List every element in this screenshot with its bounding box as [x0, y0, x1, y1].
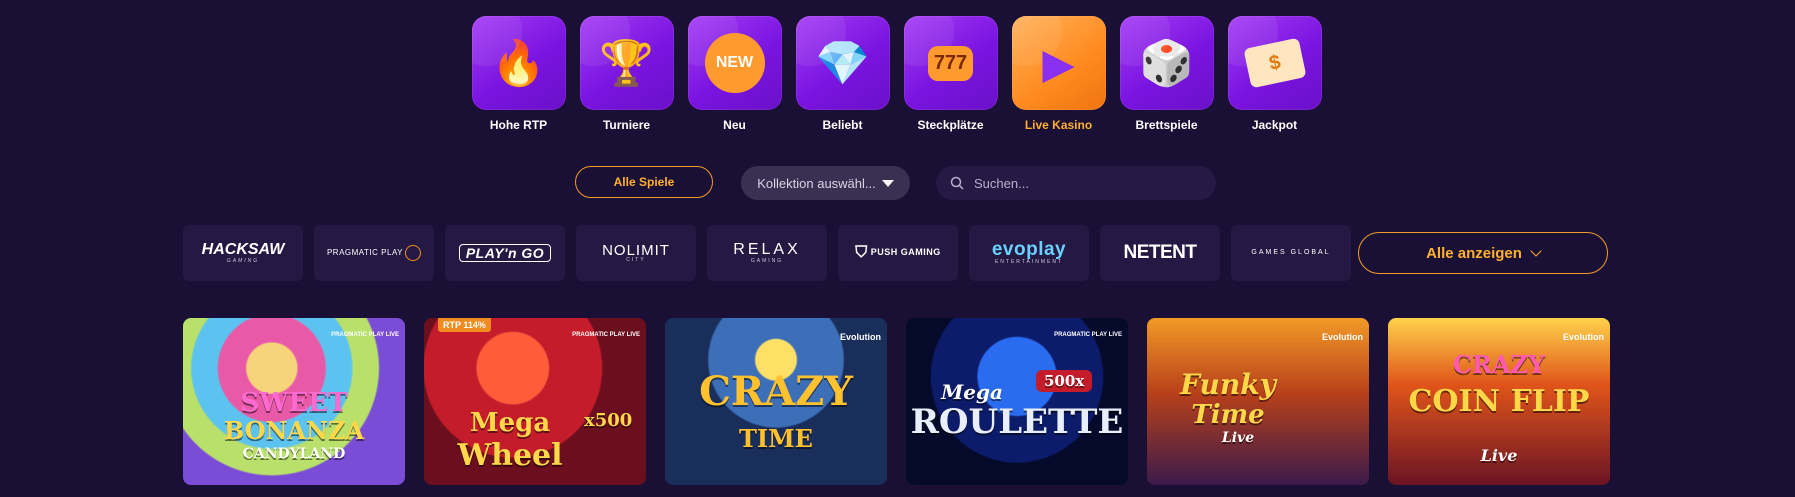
diamond-icon: 💎	[795, 16, 890, 110]
caret-down-icon	[881, 179, 894, 187]
game-card-crazy-time[interactable]: Evolution CRAZY TIME	[665, 318, 887, 485]
provider-name: HACKSAW	[201, 240, 285, 258]
provider-name: NOLIMIT	[602, 241, 670, 259]
provider-games-global[interactable]: GAMES GLOBAL	[1231, 225, 1351, 281]
category-beliebt[interactable]: 💎 Beliebt	[795, 16, 890, 132]
game-title-line1: CRAZY	[1452, 350, 1546, 379]
provider-relax-gaming[interactable]: RELAX GAMING	[707, 225, 827, 281]
flame-icon: 🔥	[471, 16, 566, 110]
game-title-line2: TIME	[739, 424, 813, 453]
game-title-line2: ROULETTE	[910, 402, 1124, 442]
push-logo-icon: ⛉	[855, 243, 868, 261]
provider-push-gaming[interactable]: ⛉ PUSH GAMING	[838, 225, 958, 281]
chevron-down-icon	[1530, 245, 1542, 257]
game-provider: PRAGMATIC PLAY LIVE	[572, 332, 640, 338]
collection-select[interactable]: Kollektion auswähl...	[741, 166, 910, 200]
game-provider: PRAGMATIC PLAY LIVE	[1054, 332, 1122, 338]
game-title-line1: SWEET	[240, 388, 348, 418]
search-icon	[950, 176, 964, 190]
pragmatic-logo-icon	[405, 245, 422, 261]
game-title-line1: CRAZY	[699, 368, 853, 415]
provider-name: NETENT	[1123, 242, 1198, 264]
game-card-crazy-coin-flip[interactable]: Evolution CRAZY COIN FLIP Live	[1388, 318, 1610, 485]
provider-pragmatic-play[interactable]: PRAGMATIC PLAY	[314, 225, 434, 281]
game-provider: Evolution	[840, 332, 881, 342]
game-grid: PRAGMATIC PLAY LIVE SWEET BONANZA CANDYL…	[183, 318, 1610, 485]
category-label: Steckplätze	[917, 118, 984, 132]
provider-nolimit-city[interactable]: NOLIMIT CITY	[576, 225, 696, 281]
game-title-line2: COIN FLIP	[1408, 384, 1590, 419]
category-label: Turniere	[602, 118, 651, 132]
game-title-line1: Mega	[941, 380, 1003, 404]
game-provider: PRAGMATIC PLAY LIVE	[331, 332, 399, 338]
category-jackpot[interactable]: $ Jackpot	[1227, 16, 1322, 132]
provider-hacksaw[interactable]: HACKSAW GAMING	[183, 225, 303, 281]
game-title-line3: Live	[1480, 446, 1518, 465]
game-title-line3: Live	[1221, 430, 1255, 446]
all-games-button[interactable]: Alle Spiele	[575, 166, 713, 198]
category-steckplaetze[interactable]: 777 Steckplätze	[903, 16, 998, 132]
game-title-line1: Funky	[1180, 368, 1276, 401]
slot-777-icon: 777	[903, 16, 998, 110]
category-label: Beliebt	[822, 118, 863, 132]
category-label: Neu	[723, 118, 746, 132]
category-label: Hohe RTP	[489, 118, 548, 132]
search-box[interactable]	[936, 166, 1216, 200]
category-hohe-rtp[interactable]: 🔥 Hohe RTP	[471, 16, 566, 132]
game-title-line2: Wheel	[457, 438, 563, 473]
collection-select-value: Kollektion auswähl...	[757, 175, 876, 191]
game-title-line2: Time	[1191, 400, 1265, 430]
search-input[interactable]	[972, 174, 1196, 192]
category-label: Brettspiele	[1135, 118, 1198, 132]
provider-evoplay[interactable]: evoplay ENTERTAINMENT	[969, 225, 1089, 281]
provider-sub: GAMING	[226, 257, 260, 264]
category-label: Live Kasino	[1024, 118, 1093, 132]
game-provider: Evolution	[1563, 332, 1604, 342]
provider-name: RELAX	[733, 240, 801, 258]
category-turniere[interactable]: 🏆 Turniere	[579, 16, 674, 132]
provider-name: PUSH GAMING	[870, 247, 941, 258]
rtp-badge: RTP 114%	[438, 318, 491, 332]
dice-icon: 🎲	[1119, 16, 1214, 110]
game-title-line3: 500x	[1036, 370, 1093, 392]
game-card-funky-time[interactable]: Evolution Funky Time Live	[1147, 318, 1369, 485]
game-title-line3: CANDYLAND	[242, 446, 346, 462]
provider-name: PLAY'n GO	[458, 243, 552, 263]
provider-name: PRAGMATIC PLAY	[326, 247, 404, 257]
provider-playngo[interactable]: PLAY'n GO	[445, 225, 565, 281]
category-nav: 🔥 Hohe RTP 🏆 Turniere NEW Neu 💎 Beliebt …	[471, 16, 1322, 132]
category-neu[interactable]: NEW Neu	[687, 16, 782, 132]
game-title-line2: BONANZA	[223, 416, 365, 445]
show-all-providers-button[interactable]: Alle anzeigen	[1358, 232, 1608, 274]
game-title-line3: x500	[584, 410, 633, 431]
category-brettspiele[interactable]: 🎲 Brettspiele	[1119, 16, 1214, 132]
provider-sub: CITY	[626, 257, 646, 264]
provider-list: HACKSAW GAMING PRAGMATIC PLAY PLAY'n GO N…	[183, 225, 1351, 281]
game-card-mega-wheel[interactable]: RTP 114% PRAGMATIC PLAY LIVE Mega Wheel …	[424, 318, 646, 485]
new-badge-icon: NEW	[687, 16, 782, 110]
filter-bar: Alle Spiele Kollektion auswähl...	[0, 166, 1795, 200]
provider-sub: ENTERTAINMENT	[994, 259, 1064, 266]
game-provider: Evolution	[1322, 332, 1363, 342]
category-label: Jackpot	[1251, 118, 1298, 132]
provider-name: GAMES GLOBAL	[1251, 249, 1331, 257]
money-icon: $	[1227, 16, 1322, 110]
trophy-icon: 🏆	[579, 16, 674, 110]
provider-name: evoplay	[991, 239, 1067, 261]
provider-netent[interactable]: NETENT	[1100, 225, 1220, 281]
game-card-mega-roulette[interactable]: PRAGMATIC PLAY LIVE Mega ROULETTE 500x	[906, 318, 1128, 485]
provider-sub: GAMING	[750, 257, 784, 264]
game-card-sweet-bonanza-candyland[interactable]: PRAGMATIC PLAY LIVE SWEET BONANZA CANDYL…	[183, 318, 405, 485]
category-live-kasino[interactable]: ▶ Live Kasino	[1011, 16, 1106, 132]
show-all-label: Alle anzeigen	[1426, 244, 1522, 262]
play-icon: ▶	[1011, 16, 1106, 110]
